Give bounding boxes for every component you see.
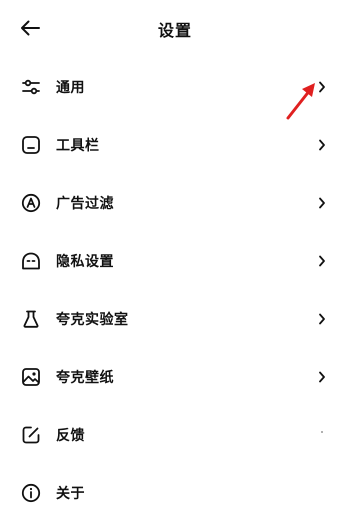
settings-item-wallpaper[interactable]: 夸克壁纸 — [0, 348, 350, 406]
chevron-right-icon — [316, 138, 328, 152]
settings-item-about[interactable]: 关于 — [0, 464, 350, 522]
chevron-right-icon — [316, 370, 328, 384]
chevron-right-icon — [316, 254, 328, 268]
chevron-right-icon — [316, 196, 328, 210]
settings-item-label: 夸克壁纸 — [56, 370, 114, 386]
settings-list: 通用 工具栏 广告过滤 隐私设置 夸克实验室 夸克壁纸 反馈 关于 — [0, 58, 350, 522]
divider-dot — [321, 431, 323, 433]
settings-item-label: 夸克实验室 — [56, 312, 129, 328]
settings-item-label: 工具栏 — [56, 138, 100, 154]
wallpaper-icon — [20, 366, 42, 388]
sliders-icon — [20, 76, 42, 98]
feedback-edit-icon — [20, 424, 42, 446]
info-icon — [20, 482, 42, 504]
settings-item-toolbar[interactable]: 工具栏 — [0, 116, 350, 174]
chevron-right-icon — [316, 312, 328, 326]
chevron-right-icon — [316, 80, 328, 94]
settings-item-label: 广告过滤 — [56, 196, 114, 212]
privacy-icon — [20, 250, 42, 272]
settings-item-privacy[interactable]: 隐私设置 — [0, 232, 350, 290]
toolbar-icon — [20, 134, 42, 156]
settings-item-ad-filter[interactable]: 广告过滤 — [0, 174, 350, 232]
settings-item-general[interactable]: 通用 — [0, 58, 350, 116]
ad-filter-icon — [20, 192, 42, 214]
settings-item-label: 通用 — [56, 80, 85, 96]
page-title: 设置 — [157, 21, 192, 40]
settings-item-label: 关于 — [56, 486, 85, 502]
settings-item-feedback[interactable]: 反馈 — [0, 406, 350, 464]
header: 设置 — [0, 0, 350, 58]
settings-item-label: 反馈 — [56, 428, 85, 444]
settings-item-label: 隐私设置 — [56, 254, 114, 270]
flask-icon — [20, 308, 42, 330]
settings-item-lab[interactable]: 夸克实验室 — [0, 290, 350, 348]
